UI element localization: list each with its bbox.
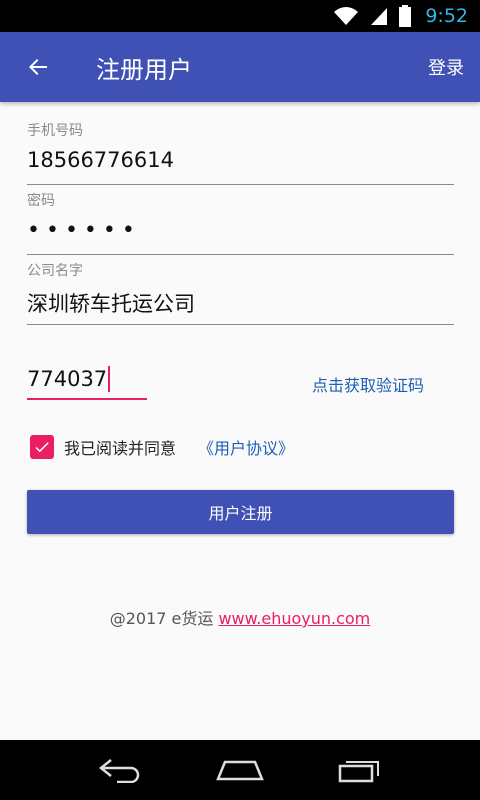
get-code-button[interactable]: 点击获取验证码 [312, 372, 424, 396]
nav-home-button[interactable] [210, 750, 270, 790]
phone-label: 手机号码 [27, 123, 83, 139]
nav-recents-icon [338, 761, 379, 783]
verification-code-field[interactable]: 774037 [27, 364, 147, 400]
verification-code-input[interactable]: 774037 [27, 364, 147, 394]
wifi-icon [334, 7, 359, 25]
text-caret [108, 366, 111, 392]
status-bar: 9:52 [0, 0, 480, 32]
company-underline [27, 324, 454, 325]
code-underline [27, 398, 147, 400]
company-field[interactable]: 公司名字 深圳轿车托运公司 [27, 260, 454, 325]
nav-home-icon [216, 760, 264, 781]
footer: @2017 e货运 www.ehuoyun.com [0, 605, 480, 629]
agree-checkbox[interactable] [30, 435, 54, 459]
password-underline [27, 254, 454, 255]
nav-recents-button[interactable] [330, 750, 390, 790]
phone-input[interactable]: 18566776614 [27, 148, 454, 178]
nav-back-icon [98, 759, 140, 783]
navigation-bar [0, 740, 480, 800]
back-arrow-icon [29, 59, 47, 75]
password-label: 密码 [27, 193, 55, 209]
phone-field[interactable]: 手机号码 18566776614 [27, 120, 454, 185]
footer-copyright: @2017 e货运 [109, 609, 214, 628]
phone-underline [27, 184, 454, 185]
user-agreement-link[interactable]: 《用户协议》 [198, 435, 294, 459]
password-input[interactable]: •••••• [27, 218, 454, 248]
agreement-row: 我已阅读并同意 《用户协议》 [30, 434, 294, 460]
footer-site-link[interactable]: www.ehuoyun.com [218, 609, 370, 628]
company-label: 公司名字 [27, 263, 83, 279]
nav-back-button[interactable] [90, 750, 150, 790]
back-button[interactable] [0, 32, 76, 102]
check-icon [35, 442, 49, 453]
login-button[interactable]: 登录 [428, 54, 464, 80]
page-title: 注册用户 [96, 55, 192, 84]
app-bar: 注册用户 登录 [0, 32, 480, 102]
signal-icon [371, 8, 388, 25]
password-field[interactable]: 密码 •••••• [27, 190, 454, 255]
agree-label: 我已阅读并同意 [64, 439, 177, 458]
battery-icon [399, 5, 412, 27]
verification-code-value: 774037 [27, 367, 108, 391]
company-input[interactable]: 深圳轿车托运公司 [27, 288, 454, 318]
register-button[interactable]: 用户注册 [27, 490, 454, 534]
status-time: 9:52 [425, 5, 468, 27]
